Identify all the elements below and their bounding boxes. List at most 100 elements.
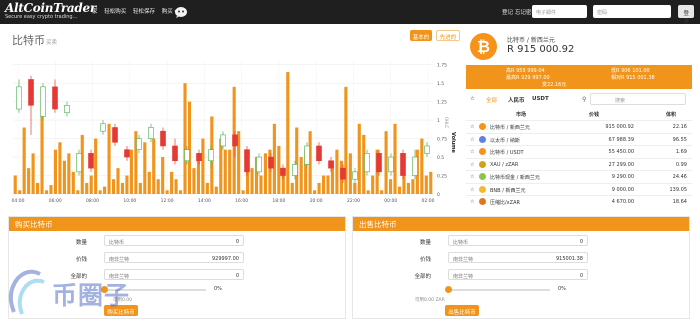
volume-bar (85, 182, 89, 194)
candle-body (412, 156, 418, 176)
volume-bar (259, 175, 263, 194)
volume-bar (62, 160, 66, 194)
sell-percent: 0% (558, 286, 566, 292)
tab-usdt[interactable]: USDT (532, 96, 549, 102)
volume-bar (201, 138, 205, 194)
register-link[interactable]: 登记 (502, 8, 513, 16)
nav-links: 家 轻松购买 轻松保存 购买 ▾ (92, 7, 182, 15)
favorite-star-icon[interactable]: ☆ (470, 149, 474, 155)
candle-body (292, 164, 298, 176)
sell-price-field[interactable]: 南非兰特 915001.38 (448, 252, 588, 263)
watermark-logo-icon (8, 269, 45, 315)
volume-bar (420, 138, 424, 194)
y-tick-label: 0.5 (437, 155, 444, 161)
market-row[interactable]: ☆ BNB / 新西兰元 9 000.00 139.05 (466, 182, 692, 194)
site-logo[interactable]: AltCoinTrader Secure easy crypto trading… (5, 2, 96, 22)
candle-body (64, 105, 70, 114)
market-row[interactable]: ☆ XAU / zZAR 27 299.00 0.99 (466, 157, 692, 169)
tab-rmb[interactable]: 人民币 (508, 96, 525, 104)
x-tick-label: 04:00 (12, 198, 25, 204)
volume-bar (397, 186, 402, 194)
sell-amount-field[interactable]: 比特币 0 (448, 235, 588, 246)
market-row[interactable]: ☆ 压缩比/xZAR 4 670.00 18.64 (466, 195, 692, 206)
nav-link-easy-buy[interactable]: 轻松购买 (104, 9, 126, 15)
advanced-view-button[interactable]: 先进的 (436, 30, 460, 41)
market-table-header: 市场 价钱 体积 (466, 109, 692, 119)
volume-bar (187, 101, 192, 194)
market-row[interactable]: ☆ 比特币现金 / 新西兰元 9 290.00 24.46 (466, 170, 692, 181)
y-tick-label: 0.75 (437, 137, 447, 143)
sell-percent-slider[interactable] (448, 289, 550, 291)
favorite-star-icon[interactable]: ☆ (470, 174, 474, 180)
search-icon: ⚲ (582, 96, 587, 103)
coin-icon (479, 160, 486, 168)
y-tick-label: 0 (437, 192, 440, 198)
login-button[interactable]: 登录 (678, 5, 694, 25)
sell-total-field[interactable]: 南非兰特 0 (448, 269, 588, 280)
tab-all[interactable]: 全部 (486, 96, 497, 104)
market-search-input[interactable]: 搜索 (590, 93, 686, 105)
volume-bar (53, 149, 58, 194)
x-tick-label: 02:00 (422, 198, 435, 204)
sell-slider-handle[interactable] (445, 286, 452, 293)
candle-body (256, 156, 262, 173)
market-row[interactable]: ☆ 比特币 / USDT 55 450.00 1.69 (466, 145, 692, 156)
volume-bar (76, 190, 80, 194)
email-field[interactable]: 电子邮件 (532, 5, 587, 18)
y-tick-label: 1.5 (437, 81, 444, 87)
buy-total-value: 0 (235, 272, 239, 279)
volume-bar (313, 190, 317, 194)
market-row-name: BNB / 新西兰元 (490, 187, 526, 194)
market-row-name: 压缩比/xZAR (490, 200, 520, 206)
y-tick-label: 1.25 (437, 100, 447, 106)
candle-body (100, 123, 106, 132)
candle-body (136, 138, 142, 150)
market-tabs: ☆ 全部 人民币 USDT ⚲ 搜索 (466, 93, 692, 105)
chat-bubble-icon[interactable] (174, 5, 188, 19)
volume-bar (13, 175, 17, 194)
sell-button[interactable]: 出售比特币 (445, 305, 479, 316)
market-row-volume: 139.05 (669, 186, 688, 193)
market-row[interactable]: ☆ 比特币 / 新西兰元 915 000.92 22.16 (466, 120, 692, 131)
favorite-star-icon[interactable]: ☆ (470, 162, 474, 168)
favorite-star-icon[interactable]: ☆ (470, 124, 474, 130)
x-tick-label: 18:00 (272, 198, 285, 204)
market-row-volume: 24.46 (672, 174, 687, 180)
buy-price-field[interactable]: 南非兰特 929997.00 (104, 252, 244, 263)
market-row-price: 67 988.39 (608, 136, 634, 143)
password-field[interactable]: 密码 (593, 5, 671, 18)
favorite-star-icon[interactable]: ☆ (470, 187, 474, 193)
basic-view-button[interactable]: 基本的 (410, 30, 432, 41)
star-icon[interactable]: ☆ (470, 96, 475, 102)
pair-price: R 915 000.92 (507, 44, 575, 55)
volume-bar (246, 171, 250, 194)
volume-bar (353, 182, 357, 194)
favorite-star-icon[interactable]: ☆ (470, 199, 474, 205)
x-tick-label: 14:00 (198, 198, 211, 204)
sell-total-value: 0 (579, 272, 583, 279)
volume-bar (116, 168, 120, 194)
candle-body (400, 153, 406, 176)
watermark: 币圈子 (4, 268, 154, 320)
x-tick-label: 20:00 (310, 198, 323, 204)
buy-amount-field[interactable]: 比特币 0 (104, 235, 244, 246)
sell-panel-title: 出售比特币 (353, 217, 689, 231)
market-row-name: 以太币 / 纳斯 (490, 137, 520, 144)
market-row[interactable]: ☆ 以太币 / 纳斯 67 988.39 96.55 (466, 132, 692, 144)
chart-panel: 比特币买卖 基本的 先进的 0 0.25 0.5 0.75 1 1.25 1.5 1.75 04… (8, 27, 460, 210)
nav-link-home[interactable]: 家 (92, 9, 98, 15)
sell-price-label: 价钱 (419, 257, 431, 263)
volume-bar (18, 190, 22, 194)
coin-icon (479, 135, 486, 143)
candle-body (28, 79, 34, 106)
volume-bar (156, 179, 160, 194)
volume-bar (205, 182, 209, 194)
candle-body (316, 145, 322, 162)
col-price: 价钱 (589, 112, 600, 118)
price-chart[interactable]: 0 0.25 0.5 0.75 1 1.25 1.5 1.75 04:00 06:00 08:00 1… (8, 57, 460, 210)
buy-amount-value: 0 (235, 238, 239, 245)
favorite-star-icon[interactable]: ☆ (470, 137, 474, 143)
volume-bar (129, 149, 133, 194)
nav-link-easy-save[interactable]: 轻松保存 (133, 9, 155, 15)
volume-bar (67, 153, 71, 194)
